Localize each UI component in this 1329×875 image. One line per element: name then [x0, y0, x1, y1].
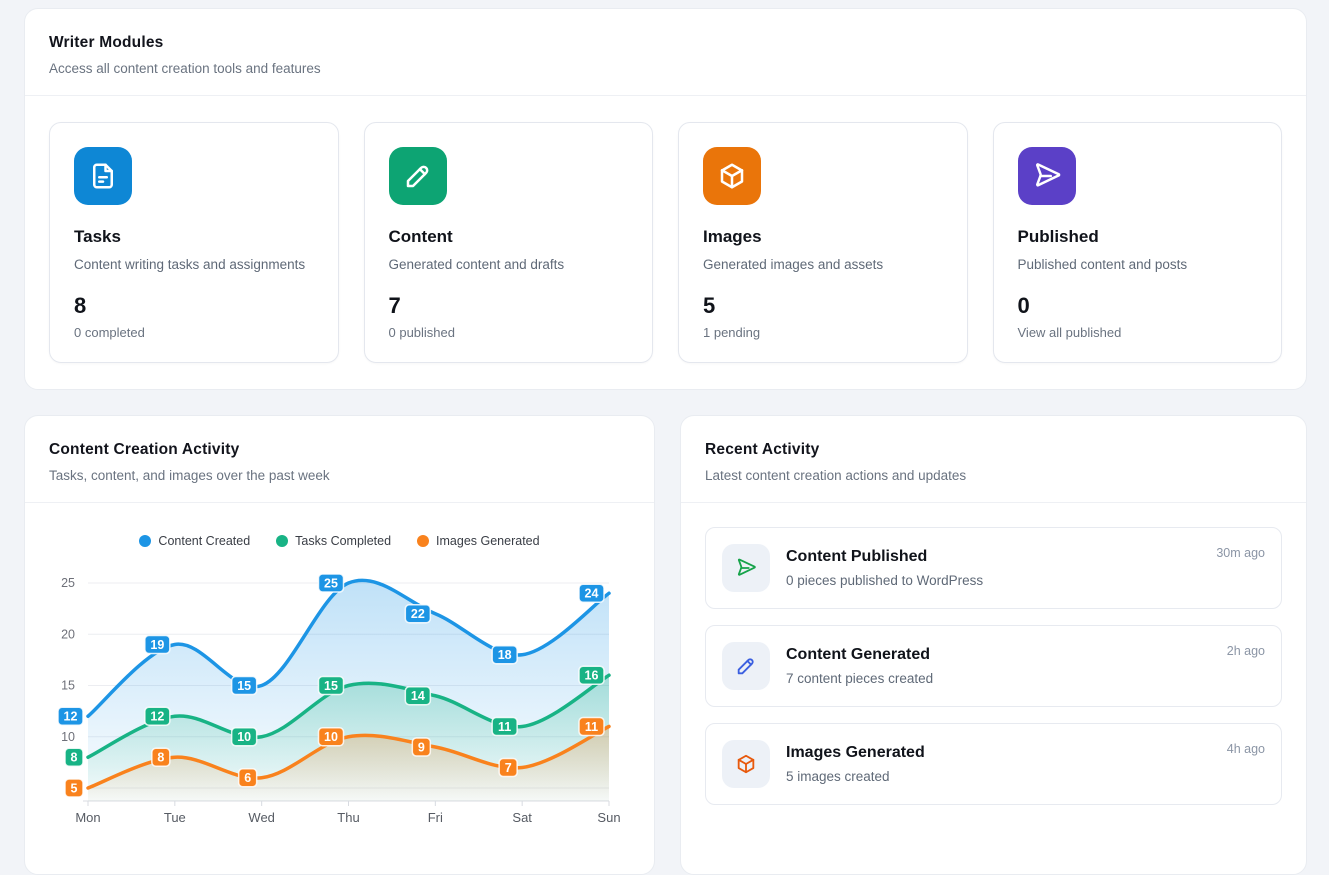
chart-panel-header: Content Creation Activity Tasks, content…	[25, 416, 654, 503]
svg-text:12: 12	[64, 710, 78, 724]
card-title: Content	[389, 227, 629, 247]
card-description: Generated content and drafts	[389, 257, 629, 272]
pencil-icon	[389, 147, 447, 205]
svg-text:6: 6	[244, 771, 251, 785]
svg-text:Wed: Wed	[248, 810, 275, 825]
activity-timestamp: 2h ago	[1227, 644, 1265, 658]
svg-text:15: 15	[61, 679, 75, 693]
card-description: Content writing tasks and assignments	[74, 257, 314, 272]
svg-text:15: 15	[237, 679, 251, 693]
svg-text:Tue: Tue	[164, 810, 186, 825]
card-subtext-link[interactable]: View all published	[1018, 325, 1258, 340]
activity-body: Content Published 0 pieces published to …	[786, 548, 983, 588]
svg-text:8: 8	[71, 751, 78, 765]
chart-subtitle: Tasks, content, and images over the past…	[49, 468, 630, 483]
page-subtitle: Access all content creation tools and fe…	[49, 61, 1282, 76]
svg-text:11: 11	[498, 720, 511, 734]
svg-text:Fri: Fri	[428, 810, 443, 825]
legend-dot-icon	[139, 535, 151, 547]
legend-label: Images Generated	[436, 534, 540, 548]
recent-activity-title: Recent Activity	[705, 441, 1282, 459]
svg-text:5: 5	[71, 781, 78, 795]
svg-text:16: 16	[585, 669, 599, 683]
svg-text:10: 10	[61, 730, 75, 744]
activity-line-chart: 5 10 15 20 25 Mon Tue Wed Thu Fri Sat Sun 12 19 15 25 22…	[25, 566, 654, 846]
svg-text:24: 24	[585, 587, 599, 601]
writer-modules-header: Writer Modules Access all content creati…	[25, 9, 1306, 96]
activity-item-images-generated[interactable]: Images Generated 5 images created 4h ago	[705, 723, 1282, 805]
svg-text:Sun: Sun	[597, 810, 620, 825]
activity-body: Content Generated 7 content pieces creat…	[786, 646, 933, 686]
card-title: Published	[1018, 227, 1258, 247]
legend-item-tasks-completed[interactable]: Tasks Completed	[276, 534, 391, 548]
svg-text:12: 12	[150, 710, 164, 724]
svg-text:7: 7	[505, 761, 512, 775]
content-creation-activity-panel: Content Creation Activity Tasks, content…	[24, 415, 655, 875]
svg-text:Sat: Sat	[512, 810, 532, 825]
chart-legend: Content Created Tasks Completed Images G…	[25, 534, 654, 548]
card-count: 0	[1018, 293, 1258, 319]
card-description: Published content and posts	[1018, 257, 1258, 272]
svg-text:22: 22	[411, 607, 425, 621]
send-icon	[1018, 147, 1076, 205]
svg-text:15: 15	[324, 679, 338, 693]
svg-text:20: 20	[61, 627, 75, 641]
pencil-icon	[722, 642, 770, 690]
card-title: Tasks	[74, 227, 314, 247]
activity-timestamp: 4h ago	[1227, 742, 1265, 756]
activity-item-content-published[interactable]: Content Published 0 pieces published to …	[705, 527, 1282, 609]
svg-text:18: 18	[498, 648, 512, 662]
module-cards-row: Tasks Content writing tasks and assignme…	[25, 96, 1306, 389]
chart-title: Content Creation Activity	[49, 441, 630, 459]
svg-text:Thu: Thu	[337, 810, 359, 825]
module-card-tasks[interactable]: Tasks Content writing tasks and assignme…	[49, 122, 339, 363]
activity-title: Content Published	[786, 548, 983, 566]
svg-text:25: 25	[61, 576, 75, 590]
card-subtext: 1 pending	[703, 325, 943, 340]
legend-item-content-created[interactable]: Content Created	[139, 534, 250, 548]
legend-label: Tasks Completed	[295, 534, 391, 548]
card-subtext: 0 published	[389, 325, 629, 340]
svg-text:19: 19	[150, 638, 164, 652]
legend-item-images-generated[interactable]: Images Generated	[417, 534, 540, 548]
card-count: 7	[389, 293, 629, 319]
writer-modules-panel: Writer Modules Access all content creati…	[24, 8, 1307, 390]
recent-activity-panel: Recent Activity Latest content creation …	[680, 415, 1307, 875]
card-count: 5	[703, 293, 943, 319]
card-title: Images	[703, 227, 943, 247]
file-text-icon	[74, 147, 132, 205]
activity-description: 0 pieces published to WordPress	[786, 573, 983, 588]
svg-text:8: 8	[157, 751, 164, 765]
activity-timestamp: 30m ago	[1216, 546, 1265, 560]
send-icon	[722, 544, 770, 592]
svg-text:Mon: Mon	[75, 810, 100, 825]
svg-text:25: 25	[324, 576, 338, 590]
activity-body: Images Generated 5 images created	[786, 744, 925, 784]
recent-activity-subtitle: Latest content creation actions and upda…	[705, 468, 1282, 483]
svg-text:14: 14	[411, 689, 425, 703]
module-card-published[interactable]: Published Published content and posts 0 …	[993, 122, 1283, 363]
activity-item-content-generated[interactable]: Content Generated 7 content pieces creat…	[705, 625, 1282, 707]
page-title: Writer Modules	[49, 34, 1282, 52]
svg-text:11: 11	[585, 720, 598, 734]
activity-description: 7 content pieces created	[786, 671, 933, 686]
card-description: Generated images and assets	[703, 257, 943, 272]
activity-title: Content Generated	[786, 646, 933, 664]
activity-list: Content Published 0 pieces published to …	[681, 503, 1306, 829]
legend-label: Content Created	[158, 534, 250, 548]
legend-dot-icon	[417, 535, 429, 547]
legend-dot-icon	[276, 535, 288, 547]
cube-icon	[703, 147, 761, 205]
recent-activity-header: Recent Activity Latest content creation …	[681, 416, 1306, 503]
svg-text:10: 10	[237, 730, 251, 744]
activity-title: Images Generated	[786, 744, 925, 762]
module-card-content[interactable]: Content Generated content and drafts 7 0…	[364, 122, 654, 363]
card-subtext: 0 completed	[74, 325, 314, 340]
svg-text:10: 10	[324, 730, 338, 744]
svg-text:9: 9	[418, 740, 425, 754]
activity-description: 5 images created	[786, 769, 925, 784]
card-count: 8	[74, 293, 314, 319]
module-card-images[interactable]: Images Generated images and assets 5 1 p…	[678, 122, 968, 363]
cube-icon	[722, 740, 770, 788]
